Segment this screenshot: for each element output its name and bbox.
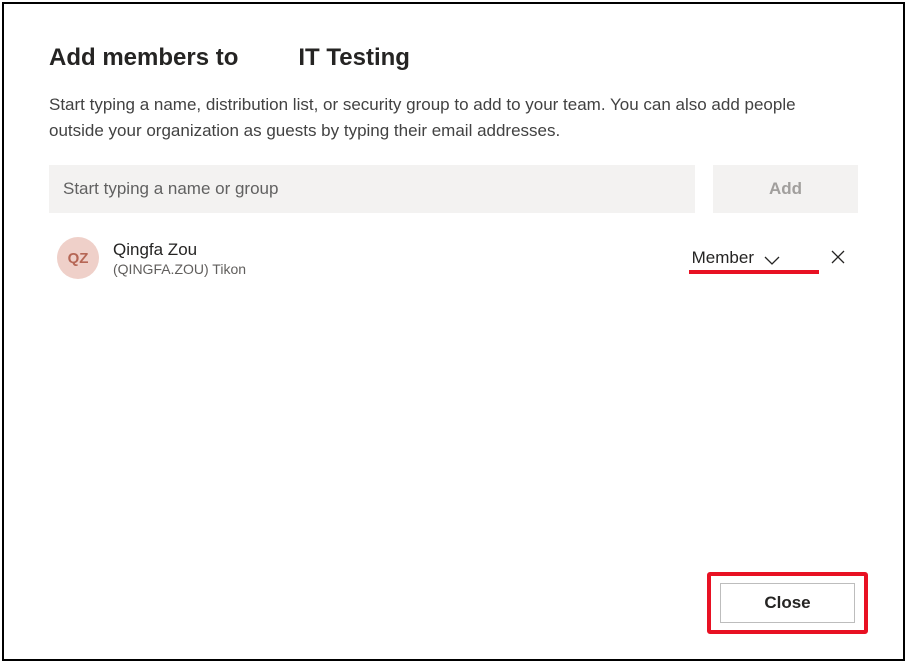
close-button[interactable]: Close	[720, 583, 855, 623]
role-label: Member	[692, 248, 754, 268]
add-members-dialog: Add members to IT Testing Start typing a…	[2, 2, 905, 661]
title-team-name: IT Testing	[298, 44, 410, 72]
input-row: Add	[49, 165, 858, 213]
member-name: Qingfa Zou	[113, 240, 678, 260]
title-prefix: Add members to	[49, 44, 238, 72]
add-button[interactable]: Add	[713, 165, 858, 213]
remove-member-button[interactable]	[824, 244, 852, 272]
chevron-down-icon	[764, 253, 780, 263]
highlight-underline	[689, 270, 819, 274]
dialog-title: Add members to IT Testing	[49, 44, 858, 72]
avatar: QZ	[57, 237, 99, 279]
member-search-input[interactable]	[49, 165, 695, 213]
member-info: Qingfa Zou (QINGFA.ZOU) Tikon	[113, 240, 678, 277]
member-subtitle: (QINGFA.ZOU) Tikon	[113, 261, 678, 277]
close-icon	[831, 250, 845, 267]
role-dropdown[interactable]: Member	[692, 248, 780, 268]
dialog-description: Start typing a name, distribution list, …	[49, 92, 839, 143]
close-button-highlight: Close	[707, 572, 868, 634]
member-row: QZ Qingfa Zou (QINGFA.ZOU) Tikon Member	[49, 231, 858, 285]
